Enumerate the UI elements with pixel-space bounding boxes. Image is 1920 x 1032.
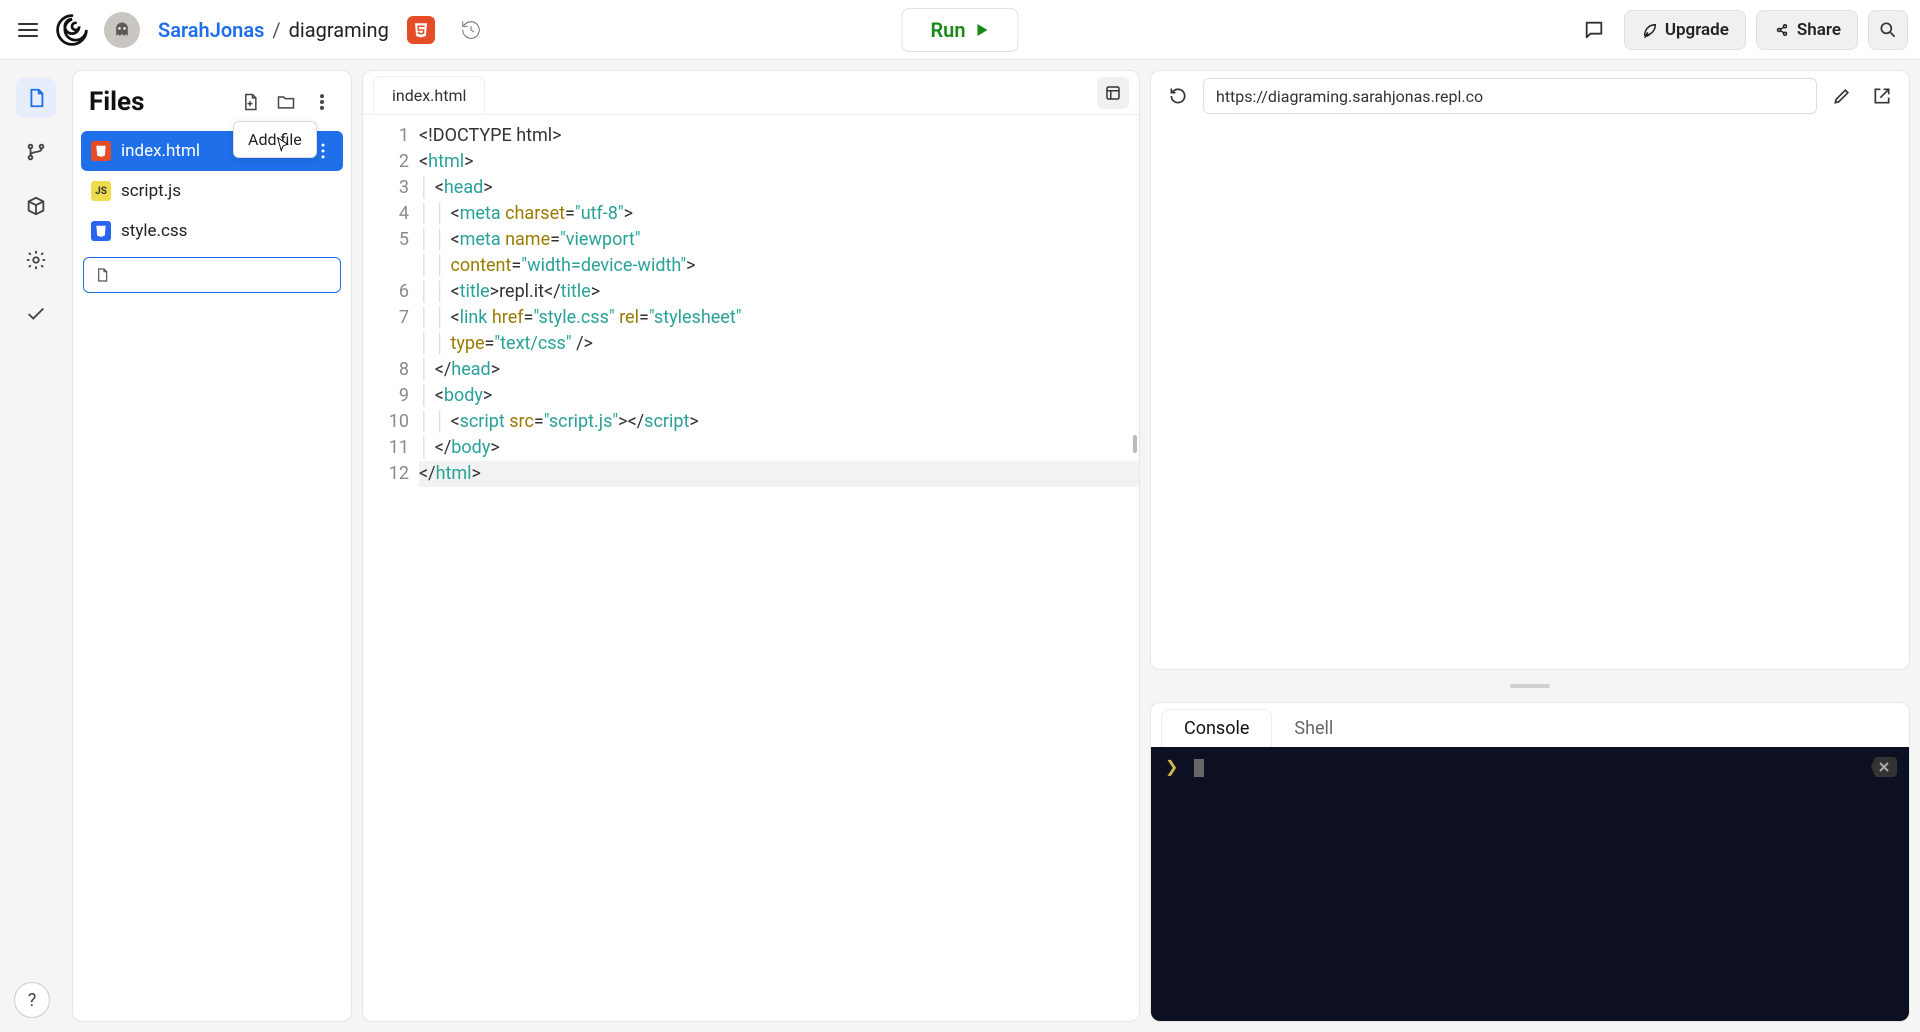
- editor-panel: index.html 12345 67 89101112 <!DOCTYPE h…: [362, 70, 1140, 1022]
- avatar[interactable]: [104, 12, 140, 48]
- new-folder-icon: [276, 92, 296, 112]
- replit-logo[interactable]: [54, 12, 90, 48]
- pencil-icon: [1832, 86, 1852, 106]
- help-button[interactable]: ?: [14, 982, 50, 1018]
- menu-button[interactable]: [12, 14, 44, 46]
- breadcrumb-user[interactable]: SarahJonas: [158, 18, 264, 42]
- header: SarahJonas / diagraming Run Upgrade Shar…: [0, 0, 1920, 60]
- code-area[interactable]: 12345 67 89101112 <!DOCTYPE html><html>│…: [363, 115, 1139, 1021]
- new-file-input[interactable]: [118, 266, 330, 284]
- new-file-input-row[interactable]: [83, 257, 341, 293]
- right-panel: ConsoleShell ❯: [1150, 70, 1910, 1022]
- kebab-icon: [312, 92, 332, 112]
- console-tabs: ConsoleShell: [1151, 703, 1909, 747]
- line-gutter: 12345 67 89101112: [363, 115, 419, 1021]
- console-tab-console[interactable]: Console: [1161, 709, 1272, 747]
- preview-open-button[interactable]: [1867, 81, 1897, 111]
- files-actions: [237, 89, 335, 115]
- share-icon: [1773, 21, 1791, 39]
- html5-icon: [412, 21, 430, 39]
- console-cursor: [1194, 759, 1204, 777]
- file-row-style-css[interactable]: style.css: [81, 211, 343, 251]
- rail-packages[interactable]: [16, 186, 56, 226]
- html-file-icon: [91, 141, 111, 161]
- ghost-icon: [112, 20, 132, 40]
- rail-files[interactable]: [16, 78, 56, 118]
- preview-toolbar: [1151, 71, 1909, 121]
- pane-drag-handle[interactable]: [1150, 680, 1910, 692]
- gear-icon: [25, 249, 47, 271]
- external-link-icon: [1872, 86, 1892, 106]
- mouse-cursor: [273, 135, 295, 161]
- console-prompt: ❯: [1165, 757, 1178, 776]
- left-rail: [10, 70, 62, 1022]
- file-name: style.css: [121, 221, 333, 241]
- files-panel: Files Add file index.htmlJSscript.jsstyl…: [72, 70, 352, 1022]
- spiral-icon: [54, 12, 90, 48]
- rail-version-control[interactable]: [16, 132, 56, 172]
- rail-settings[interactable]: [16, 240, 56, 280]
- blank-file-icon: [94, 267, 110, 283]
- file-name: script.js: [121, 181, 333, 201]
- workspace: Files Add file index.htmlJSscript.jsstyl…: [0, 60, 1920, 1032]
- minimap-scroll[interactable]: [1133, 435, 1137, 453]
- search-icon: [1878, 20, 1898, 40]
- run-label: Run: [930, 18, 965, 42]
- preview-reload-button[interactable]: [1163, 81, 1193, 111]
- check-icon: [25, 303, 47, 325]
- search-button[interactable]: [1868, 10, 1908, 50]
- x-icon: [1878, 761, 1890, 773]
- history-button[interactable]: [455, 14, 487, 46]
- editor-tabs: index.html: [363, 71, 1139, 115]
- preview-url-input[interactable]: [1203, 78, 1817, 114]
- header-right: Upgrade Share: [1574, 10, 1908, 50]
- breadcrumb-sep: /: [272, 18, 280, 42]
- run-button[interactable]: Run: [901, 8, 1018, 52]
- upgrade-label: Upgrade: [1665, 20, 1729, 40]
- console-tab-shell[interactable]: Shell: [1272, 709, 1355, 747]
- share-button[interactable]: Share: [1756, 10, 1858, 50]
- css-file-icon: [91, 221, 111, 241]
- editor-layout-button[interactable]: [1097, 77, 1129, 109]
- console-pane: ConsoleShell ❯: [1150, 702, 1910, 1022]
- preview-edit-button[interactable]: [1827, 81, 1857, 111]
- upgrade-button[interactable]: Upgrade: [1624, 10, 1746, 50]
- history-icon: [460, 19, 482, 41]
- js-file-icon: JS: [91, 181, 111, 201]
- hamburger-icon: [16, 18, 40, 42]
- add-file-button[interactable]: [237, 89, 263, 115]
- branch-icon: [25, 141, 47, 163]
- play-icon: [974, 22, 990, 38]
- files-more-button[interactable]: [309, 89, 335, 115]
- chat-icon: [1583, 19, 1605, 41]
- editor-tab-index[interactable]: index.html: [373, 76, 485, 114]
- preview-body[interactable]: [1151, 121, 1909, 669]
- file-icon: [25, 87, 47, 109]
- reload-icon: [1168, 86, 1188, 106]
- console-body[interactable]: ❯: [1151, 747, 1909, 1021]
- breadcrumb-repo[interactable]: diagraming: [289, 18, 389, 42]
- console-clear-button[interactable]: [1871, 757, 1897, 777]
- layout-icon: [1104, 84, 1122, 102]
- file-row-script-js[interactable]: JS script.js: [81, 171, 343, 211]
- new-file-icon: [240, 92, 260, 112]
- chat-button[interactable]: [1574, 10, 1614, 50]
- rail-checks[interactable]: [16, 294, 56, 334]
- files-title: Files: [89, 87, 237, 117]
- rocket-icon: [1641, 21, 1659, 39]
- share-label: Share: [1797, 20, 1841, 40]
- language-badge: [407, 16, 435, 44]
- breadcrumb: SarahJonas / diagraming: [158, 18, 389, 42]
- add-folder-button[interactable]: [273, 89, 299, 115]
- cube-icon: [25, 195, 47, 217]
- code-body[interactable]: <!DOCTYPE html><html>│ <head>│ │ <meta c…: [419, 115, 1139, 1021]
- preview-pane: [1150, 70, 1910, 670]
